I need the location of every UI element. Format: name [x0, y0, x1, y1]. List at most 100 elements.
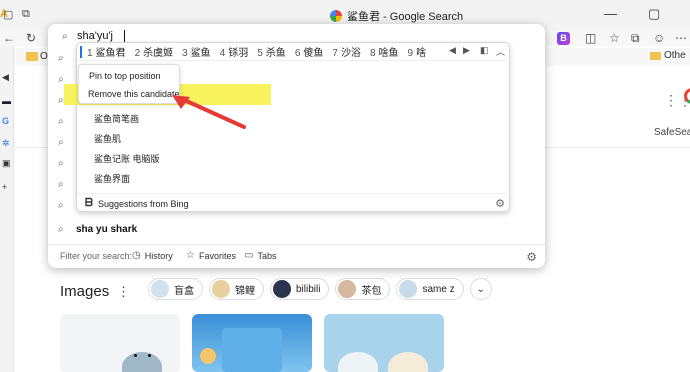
filter-label: Filter your search: [60, 251, 133, 261]
chip[interactable]: same z [396, 278, 464, 300]
minimize-icon[interactable]: — [604, 6, 617, 21]
favorites-icon[interactable]: ☆ [609, 31, 620, 45]
search-icon: ⌕ [62, 31, 68, 42]
sidebar-rail: ◀ ▬ G ✲ ▣ + [0, 46, 14, 372]
bing-suggestions-footer: ᗷ Suggestions from Bing ⚙ [77, 193, 511, 213]
ime-list-item[interactable]: 鲨鱼记账 电脑版 [94, 152, 160, 165]
red-arrow-annotation [172, 95, 246, 129]
prev-page-icon[interactable]: ◀ [449, 45, 456, 56]
other-favorites[interactable]: Othe [650, 50, 686, 61]
safesearch-label[interactable]: SafeSearch [654, 127, 690, 138]
arrow-shaft [180, 97, 246, 129]
images-heading[interactable]: Images [60, 283, 109, 300]
suggestion-row[interactable]: ⌕ sha yu shark [48, 220, 545, 241]
settings-icon[interactable]: ✲ [2, 138, 10, 149]
ime-candidate-bar: 1 鲨鱼君 2 杀虞姬 3 鲨鱼 4 铩羽 5 杀鱼 6 傻鱼 7 沙浴 8 啥鱼 9啥 [77, 43, 511, 61]
gear-icon[interactable]: ⚙ [495, 197, 505, 210]
chip[interactable]: 茶包 [335, 278, 391, 300]
search-icon: ⌕ [58, 53, 64, 64]
chip-label: 盲盒 [174, 285, 194, 297]
filter-history-button[interactable]: ◷ History [132, 250, 173, 261]
remove-candidate-menu-item[interactable]: Remove this candidate [88, 89, 180, 99]
add-icon[interactable]: + [2, 182, 7, 192]
shark-illustration [388, 352, 428, 372]
chevron-down-icon[interactable]: ⌄ [469, 278, 492, 300]
back-icon[interactable]: ← [3, 31, 15, 45]
sticker-icon[interactable]: ◧ [480, 45, 489, 56]
chip[interactable]: 锦鲤 [209, 278, 264, 300]
chip-thumbnail [151, 280, 169, 298]
selection-indicator [80, 45, 82, 58]
chip[interactable]: bilibili [270, 278, 330, 300]
search-filter-bar: Filter your search: ◷ History ☆ Favorites … [48, 244, 545, 268]
search-icon: ⌕ [58, 95, 64, 106]
more-options-icon[interactable]: ⋮ [117, 284, 130, 300]
chip-thumbnail [212, 280, 230, 298]
folder-icon [650, 51, 661, 60]
filter-tabs-label: Tabs [257, 250, 277, 261]
search-icon: ⌕ [58, 200, 64, 211]
ime-list-item[interactable]: 鲨鱼界面 [94, 172, 130, 185]
search-icon: ⌕ [58, 179, 64, 190]
more-icon[interactable]: ⋯ [675, 31, 687, 45]
ime-candidate[interactable]: 2 杀虞姬 [135, 44, 174, 59]
tab-title-text: 鲨鱼君 - Google Search [347, 11, 464, 23]
ime-candidate[interactable]: 9啥 [408, 44, 427, 59]
chevron-up-icon[interactable]: ︿ [496, 45, 505, 58]
chip-label: same z [422, 283, 455, 295]
extension-icon[interactable]: B [557, 32, 570, 45]
ime-list-item[interactable]: 鲨鱼肌 [94, 132, 121, 145]
collections-icon[interactable]: ⧉ [631, 31, 640, 46]
search-icon: ⌕ [58, 224, 64, 235]
chip-thumbnail [273, 280, 291, 298]
search-icon: ⌕ [58, 74, 64, 85]
ime-candidate[interactable]: 6 傻鱼 [295, 44, 324, 59]
tab-actions-icon[interactable]: ▢ [3, 8, 13, 21]
chip-label: bilibili [296, 283, 321, 295]
google-favicon-icon [330, 10, 342, 22]
ime-candidate[interactable]: 3 鲨鱼 [182, 44, 211, 59]
other-favorites-label: Othe [664, 50, 686, 61]
tab-title[interactable]: 鲨鱼君 - Google Search [330, 8, 463, 24]
shark-illustration [122, 352, 162, 372]
chip[interactable]: 盲盒 [148, 278, 203, 300]
speaker-icon[interactable]: ◀ [2, 72, 9, 83]
image-chips: 盲盒 锦鲤 bilibili 茶包 same z ⌄ [148, 278, 492, 300]
suggestion-text: sha yu shark [76, 224, 138, 235]
chip-label: 锦鲤 [235, 285, 255, 297]
google-icon[interactable]: G [2, 116, 9, 126]
pin-to-top-menu-item[interactable]: Pin to top position [89, 71, 161, 81]
ime-candidate[interactable]: 5 杀鱼 [257, 44, 286, 59]
app-icon[interactable]: ▬ [2, 96, 11, 106]
chip-label: 茶包 [361, 285, 382, 297]
media-icon[interactable]: ▣ [2, 158, 11, 169]
star-icon: ☆ [186, 250, 195, 261]
image-result[interactable] [60, 314, 180, 372]
profile-icon[interactable]: ☺ [653, 31, 665, 45]
ime-candidate[interactable]: 7 沙浴 [332, 44, 361, 59]
refresh-icon[interactable]: ↻ [26, 31, 36, 45]
folder-icon[interactable] [26, 52, 38, 61]
ime-candidate[interactable]: 4 铩羽 [220, 44, 249, 59]
ime-candidate[interactable]: 1 鲨鱼君 [87, 44, 126, 59]
maximize-icon[interactable]: ▢ [648, 6, 660, 22]
image-result[interactable] [192, 314, 312, 372]
ime-list-item[interactable]: 鲨鱼简笔画 [94, 112, 139, 125]
address-input[interactable]: sha'yu'j [77, 30, 113, 42]
search-icon: ⌕ [58, 116, 64, 127]
gear-icon[interactable]: ⚙ [526, 250, 537, 264]
workspaces-icon[interactable]: ⧉ [22, 8, 30, 21]
search-icon: ⌕ [58, 137, 64, 148]
shark-eye [134, 354, 137, 357]
filter-favorites-button[interactable]: ☆ Favorites [186, 250, 236, 261]
filter-favorites-label: Favorites [198, 250, 236, 261]
split-screen-icon[interactable]: ◫ [585, 31, 596, 45]
image-object [200, 348, 216, 364]
filter-history-label: History [144, 250, 173, 261]
shark-eye [148, 354, 151, 357]
image-result[interactable] [324, 314, 444, 372]
history-icon: ◷ [132, 250, 141, 261]
filter-tabs-button[interactable]: ▭ Tabs [244, 250, 276, 261]
ime-candidate[interactable]: 8 啥鱼 [370, 44, 399, 59]
next-page-icon[interactable]: ▶ [463, 45, 470, 56]
